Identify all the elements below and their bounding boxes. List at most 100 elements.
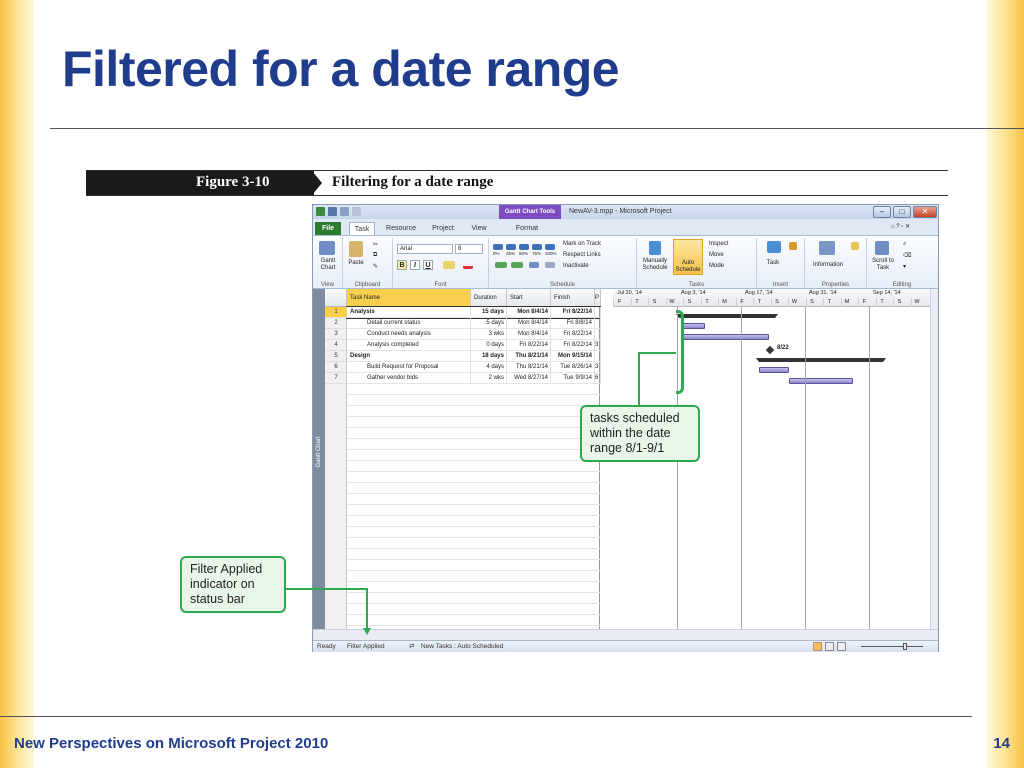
horizontal-scrollbar[interactable] [313,629,938,640]
empty-row[interactable] [347,450,600,461]
gantt-chart-icon[interactable] [319,241,335,255]
cell-pred[interactable]: 3 [595,340,601,351]
task-bar-conduct-needs-analysis[interactable] [681,334,769,340]
cell-start[interactable]: Wed 8/27/14 [507,373,551,384]
row-id[interactable]: 2 [325,318,347,329]
cell-name[interactable]: Analysis completed [347,340,471,351]
task-bar-build-rfp[interactable] [759,367,789,373]
empty-row[interactable] [347,417,600,428]
cell-duration[interactable]: 4 days [471,362,507,373]
cell-name[interactable]: Gather vendor bids [347,373,471,384]
underline-button[interactable]: U [423,260,433,270]
empty-row[interactable] [347,439,600,450]
empty-row[interactable] [347,527,600,538]
tab-file[interactable]: File [315,222,341,235]
inspect-button[interactable]: Inspect [709,241,728,247]
pct-75-icon[interactable] [532,244,542,250]
cell-finish[interactable]: Mon 9/15/14 [551,351,595,362]
clear-icon[interactable]: ⌫ [903,252,911,259]
maximize-button[interactable]: □ [893,206,911,218]
empty-row[interactable] [347,516,600,527]
empty-row[interactable] [347,483,600,494]
row-id[interactable]: 1 [325,307,347,318]
table-row[interactable]: Conduct needs analysis 3 wks Mon 8/4/14 Fri… [347,329,601,340]
redo-icon[interactable] [352,207,361,216]
milestone-analysis-completed[interactable] [765,345,775,355]
row-id[interactable]: 4 [325,340,347,351]
fill-icon[interactable]: ▾ [903,263,906,270]
cell-name[interactable]: Build Request for Proposal [347,362,471,373]
pct-50-icon[interactable] [519,244,529,250]
filter-applied-indicator[interactable]: Filter Applied [347,641,385,653]
font-size-select[interactable]: 8 [455,244,483,254]
cell-name[interactable]: Analysis [347,307,471,318]
cell-pred[interactable]: 3 [595,362,601,373]
row-id[interactable]: 5 [325,351,347,362]
cell-pred[interactable] [595,307,601,318]
empty-row[interactable] [347,549,600,560]
pct-0-icon[interactable] [493,244,503,250]
task-bar-gather-vendor-bids[interactable] [789,378,853,384]
cut-icon[interactable]: ✂ [373,241,378,248]
cell-finish[interactable]: Fri 8/8/14 [551,318,595,329]
insert-task-button[interactable]: Task [761,260,785,267]
table-row[interactable]: Design 18 days Thu 8/21/14 Mon 9/15/14 [347,351,601,362]
respect-links-button[interactable]: Respect Links [563,252,601,258]
col-task-name[interactable]: Task Name [347,289,471,307]
task-usage-shortcut-icon[interactable] [825,642,834,651]
move-button[interactable]: Move [709,252,724,258]
cell-finish[interactable]: Fri 8/22/14 [551,329,595,340]
cell-start[interactable]: Mon 8/4/14 [507,318,551,329]
cell-finish[interactable]: Fri 8/22/14 [551,307,595,318]
cell-pred[interactable] [595,318,601,329]
bold-button[interactable]: B [397,260,407,270]
tab-format[interactable]: Format [509,222,545,235]
cell-finish[interactable]: Tue 9/9/14 [551,373,595,384]
milestone-icon[interactable] [789,242,797,250]
summary-bar-analysis[interactable] [679,314,775,318]
row-id[interactable]: 7 [325,373,347,384]
inactivate-button[interactable]: Inactivate [563,263,589,269]
cell-duration[interactable]: 3 wks [471,329,507,340]
insert-task-icon[interactable] [767,241,781,253]
pct-100-icon[interactable] [545,244,555,250]
manually-schedule-button[interactable]: Manually Schedule [639,258,671,272]
cell-pred[interactable]: 6 [595,373,601,384]
cell-finish[interactable]: Fri 8/22/14 [551,340,595,351]
move-task-up-icon[interactable] [495,262,507,268]
team-planner-shortcut-icon[interactable] [837,642,846,651]
format-painter-icon[interactable]: ✎ [373,263,378,270]
tab-task[interactable]: Task [349,222,375,235]
row-id[interactable]: 6 [325,362,347,373]
empty-row[interactable] [347,428,600,439]
select-all-corner[interactable] [325,289,347,307]
cell-duration[interactable]: 18 days [471,351,507,362]
information-icon[interactable] [819,241,835,255]
close-button[interactable]: ✕ [913,206,937,218]
summary-bar-design[interactable] [759,358,883,362]
table-row[interactable]: Analysis completed 0 days Fri 8/22/14 Fri 8… [347,340,601,351]
cell-duration[interactable]: 5 days [471,318,507,329]
unlink-tasks-icon[interactable] [545,262,555,268]
cell-duration[interactable]: 0 days [471,340,507,351]
new-tasks-mode[interactable]: New Tasks : Auto Scheduled [421,641,503,653]
empty-row[interactable] [347,571,600,582]
col-start[interactable]: Start [507,289,551,307]
tab-project[interactable]: Project [427,222,459,235]
empty-row[interactable] [347,560,600,571]
paste-icon[interactable] [349,241,363,257]
cell-duration[interactable]: 15 days [471,307,507,318]
highlight-icon[interactable] [443,261,455,269]
cell-start[interactable]: Mon 8/4/14 [507,329,551,340]
empty-row[interactable] [347,461,600,472]
pin-icon[interactable] [649,241,661,255]
font-family-select[interactable]: Arial [397,244,453,254]
empty-row[interactable] [347,494,600,505]
cell-start[interactable]: Mon 8/4/14 [507,307,551,318]
empty-row[interactable] [347,505,600,516]
gantt-view-shortcut-icon[interactable] [813,642,822,651]
cell-name[interactable]: Conduct needs analysis [347,329,471,340]
col-predecessors[interactable]: P [595,289,601,307]
information-button[interactable]: Information [807,262,849,269]
copy-icon[interactable]: ⧉ [373,252,377,259]
